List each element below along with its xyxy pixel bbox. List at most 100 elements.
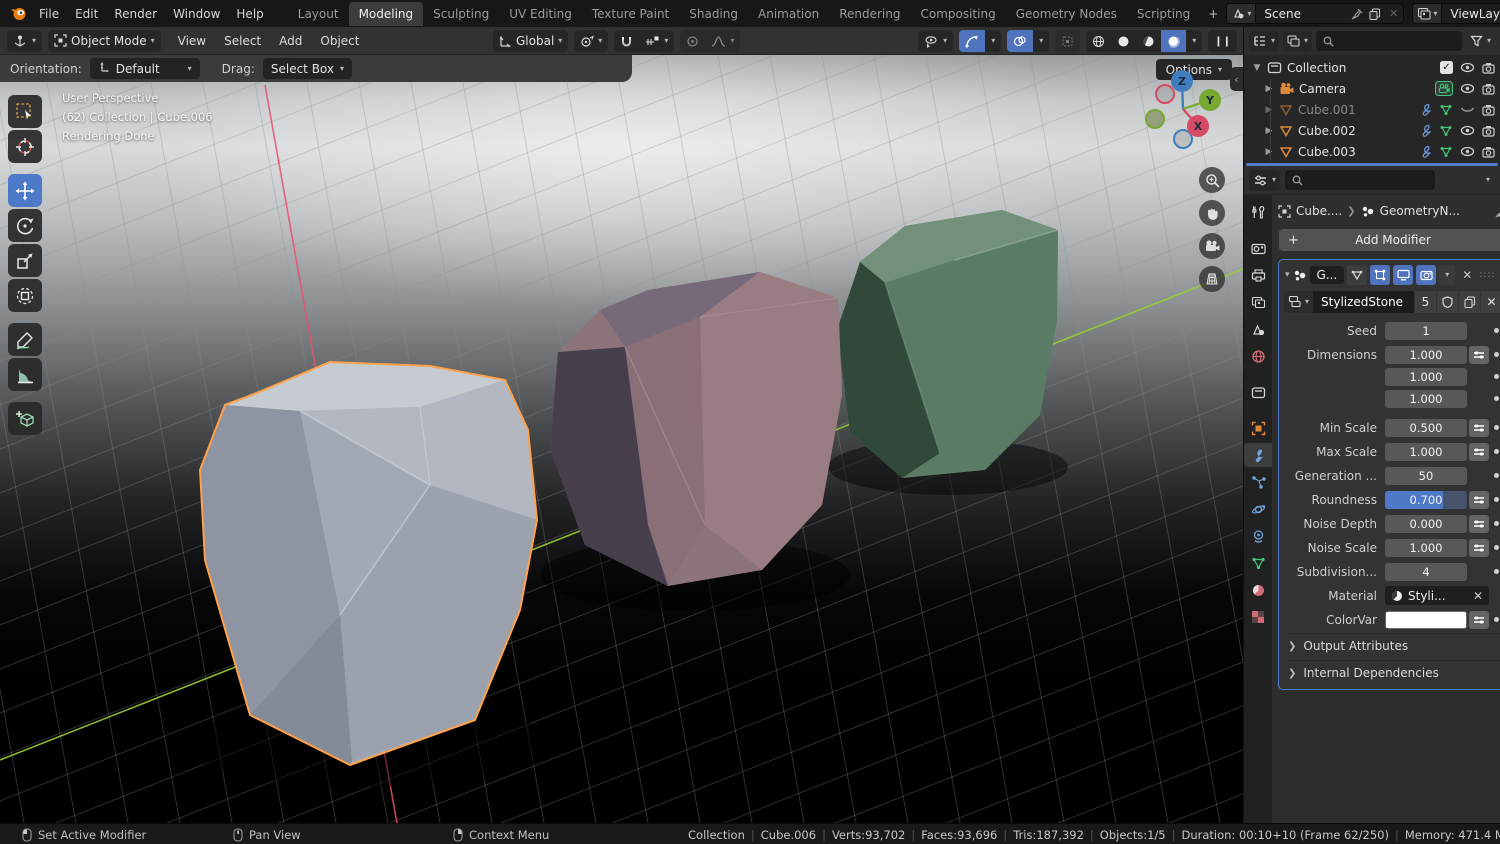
unpin-icon[interactable]	[1348, 4, 1366, 23]
eye-closed-icon[interactable]	[1460, 104, 1475, 115]
outliner-search-input[interactable]	[1316, 31, 1462, 51]
subdivision-input[interactable]: 4	[1385, 563, 1467, 581]
menu-select[interactable]: Select	[215, 34, 270, 48]
camera-view-button[interactable]	[1199, 233, 1225, 259]
zoom-button[interactable]	[1199, 167, 1225, 193]
overlays-dropdown[interactable]: ▾	[1033, 30, 1049, 52]
animate-dot[interactable]	[1489, 473, 1500, 478]
pause-render-button[interactable]: ❙❙	[1208, 30, 1237, 52]
modifier-wrench-icon[interactable]	[1419, 124, 1432, 137]
drag-dropdown[interactable]: Select Box ▾	[263, 58, 352, 79]
colorvar-swatch[interactable]	[1385, 611, 1467, 629]
render-camera-icon[interactable]	[1482, 62, 1495, 74]
animate-dot[interactable]	[1489, 374, 1500, 379]
geometry-nodes-icon[interactable]	[1439, 146, 1453, 158]
checkbox-checked-icon[interactable]: ✓	[1440, 61, 1453, 74]
noise-scale-input[interactable]: 1.000	[1385, 539, 1467, 557]
tab-geometry-nodes[interactable]: Geometry Nodes	[1006, 2, 1127, 26]
tool-transform[interactable]	[8, 279, 42, 312]
tab-constraints[interactable]	[1244, 524, 1272, 548]
properties-options-dropdown[interactable]: ▾	[1481, 170, 1495, 190]
toggle-realtime-display[interactable]	[1393, 265, 1413, 285]
xray-toggle[interactable]	[1055, 30, 1080, 52]
tab-uv-editing[interactable]: UV Editing	[499, 2, 582, 26]
tab-scripting[interactable]: Scripting	[1127, 2, 1200, 26]
tab-particles[interactable]	[1244, 470, 1272, 494]
tool-select-box[interactable]	[8, 95, 42, 128]
object-visibility-dropdown[interactable]: ▾	[918, 30, 953, 52]
input-attribute-toggle[interactable]	[1469, 611, 1489, 629]
menu-add[interactable]: Add	[270, 34, 311, 48]
navigation-gizmo[interactable]: Z Y X	[1135, 59, 1231, 155]
toggle-edit-mode-display[interactable]	[1347, 265, 1367, 285]
input-attribute-toggle[interactable]	[1469, 419, 1489, 437]
eye-open-icon[interactable]	[1460, 62, 1475, 73]
tab-view-layer[interactable]	[1244, 290, 1272, 314]
animate-dot[interactable]	[1489, 497, 1500, 502]
menu-edit[interactable]: Edit	[67, 4, 106, 24]
tool-annotate[interactable]	[8, 323, 42, 356]
breadcrumb-node-group[interactable]: GeometryN...	[1380, 204, 1460, 218]
tool-scale[interactable]	[8, 244, 42, 277]
seed-input[interactable]: 1	[1385, 322, 1467, 340]
animate-dot[interactable]	[1489, 545, 1500, 550]
tool-rotate[interactable]	[8, 209, 42, 242]
material-selector[interactable]: Styli... ✕	[1385, 586, 1489, 605]
overlays-toggle[interactable]	[1007, 30, 1033, 52]
animate-dot[interactable]	[1489, 521, 1500, 526]
tab-texture[interactable]	[1244, 605, 1272, 629]
tab-object[interactable]	[1244, 416, 1272, 440]
max-scale-input[interactable]: 1.000	[1385, 443, 1467, 461]
breadcrumb-object[interactable]: Cube....	[1296, 204, 1342, 218]
geometry-nodes-icon[interactable]	[1439, 104, 1453, 116]
generation-input[interactable]: 50	[1385, 467, 1467, 485]
object-name[interactable]: Camera	[1299, 82, 1346, 96]
animate-dot[interactable]	[1489, 569, 1500, 574]
node-group-name[interactable]: StylizedStone	[1313, 291, 1414, 313]
input-attribute-toggle[interactable]	[1469, 515, 1489, 533]
animate-dot[interactable]	[1489, 328, 1500, 333]
animate-dot[interactable]	[1489, 617, 1500, 622]
input-attribute-toggle[interactable]	[1469, 491, 1489, 509]
outliner-filter-button[interactable]: ▾	[1466, 31, 1495, 51]
eye-open-icon[interactable]	[1460, 125, 1475, 136]
transform-orientation-dropdown[interactable]: Global ▾	[493, 30, 568, 52]
object-name[interactable]: Cube.001	[1298, 103, 1356, 117]
unlink-node-group-button[interactable]: ✕	[1481, 291, 1500, 313]
render-camera-icon[interactable]	[1482, 146, 1495, 158]
disclosure-triangle-icon[interactable]: ▶	[1264, 126, 1274, 136]
stone-gray-selected[interactable]	[200, 362, 537, 765]
eye-open-icon[interactable]	[1460, 83, 1475, 94]
drag-handle-icon[interactable]: ::::	[1479, 270, 1495, 280]
editor-type-button[interactable]: ▾	[7, 30, 42, 52]
menu-object[interactable]: Object	[311, 34, 368, 48]
tab-animation[interactable]: Animation	[748, 2, 829, 26]
proportional-editing-toggle[interactable]	[680, 30, 705, 52]
view-layer-browse-button[interactable]: ▾	[1413, 4, 1442, 23]
outliner-editor-type-button[interactable]: ▾	[1249, 31, 1279, 51]
viewport-canvas[interactable]: Orientation: Default ▾ Drag: Select Box …	[0, 55, 1243, 823]
outliner-row-cube-002[interactable]: ▶ Cube.002	[1244, 120, 1500, 141]
eye-open-icon[interactable]	[1460, 146, 1475, 157]
object-name[interactable]: Cube.002	[1298, 124, 1356, 138]
tool-add-cube[interactable]	[8, 402, 42, 435]
stone-green[interactable]	[837, 210, 1058, 478]
toggle-render-display[interactable]	[1416, 265, 1436, 285]
animate-dot[interactable]	[1489, 396, 1500, 401]
tab-output[interactable]	[1244, 263, 1272, 287]
menu-window[interactable]: Window	[165, 4, 228, 24]
pin-icon[interactable]	[1495, 205, 1500, 218]
dimensions-y-input[interactable]: 1.000	[1385, 368, 1467, 386]
camera-data-badge-icon[interactable]	[1435, 81, 1453, 96]
shading-dropdown[interactable]: ▾	[1186, 30, 1202, 52]
tab-modeling[interactable]: Modeling	[349, 2, 424, 26]
menu-file[interactable]: File	[31, 4, 67, 24]
shading-wireframe-button[interactable]	[1086, 30, 1111, 52]
browse-node-group-button[interactable]: ▾	[1284, 291, 1313, 313]
roundness-slider[interactable]: 0.700	[1385, 491, 1467, 509]
outliner-row-cube-001[interactable]: ▶ Cube.001	[1244, 99, 1500, 120]
tab-texture-paint[interactable]: Texture Paint	[582, 2, 679, 26]
dimensions-z-input[interactable]: 1.000	[1385, 390, 1467, 408]
axis-neg-y-handle[interactable]	[1146, 110, 1164, 128]
modifier-name-field[interactable]: G...	[1310, 266, 1345, 284]
